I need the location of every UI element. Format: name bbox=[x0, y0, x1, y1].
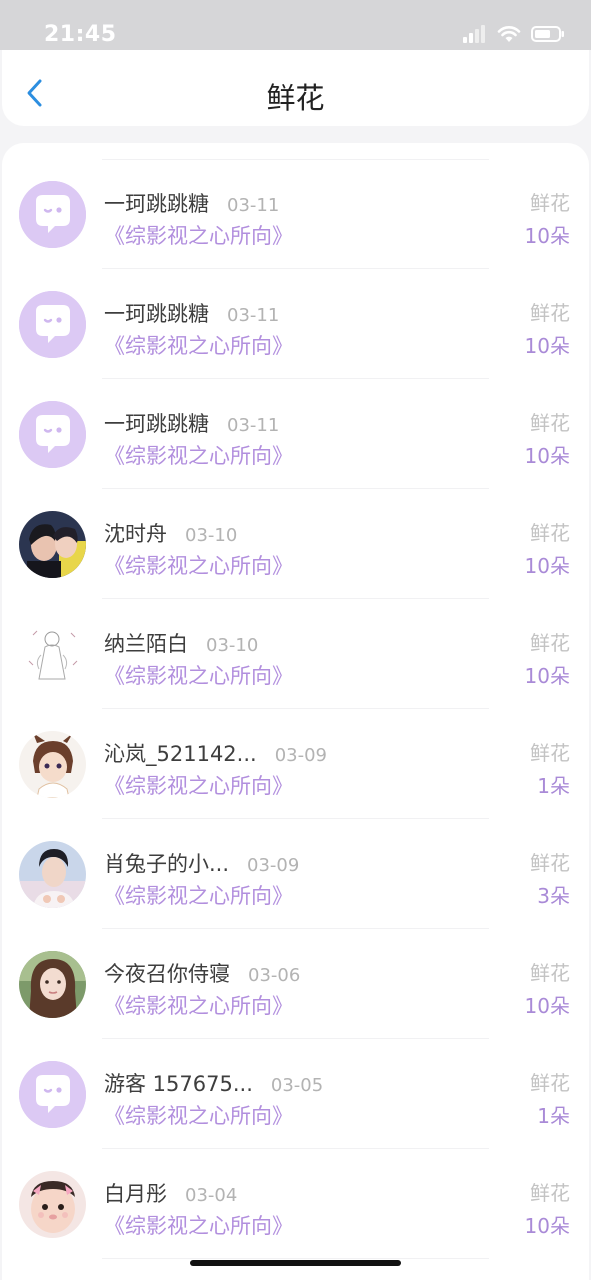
book-title-link[interactable]: 《综影视之心所向》 bbox=[104, 550, 293, 580]
gift-date: 03-11 bbox=[227, 305, 280, 326]
list-item-10[interactable]: 白月彤 03-04 《综影视之心所向》 鲜花 10朵 bbox=[2, 1149, 589, 1259]
list-item-4[interactable]: 沈时舟 03-10 《综影视之心所向》 鲜花 10朵 bbox=[2, 489, 589, 599]
name-line: 一珂跳跳糖 03-11 bbox=[104, 188, 279, 218]
gift-count: 10朵 bbox=[524, 224, 570, 248]
page-title: 鲜花 bbox=[266, 81, 325, 115]
user-name[interactable]: 游客 157675... bbox=[104, 1068, 253, 1098]
gift-type: 鲜花 bbox=[530, 851, 570, 875]
list-item-9[interactable]: 游客 157675... 03-05 《综影视之心所向》 鲜花 1朵 bbox=[2, 1039, 589, 1149]
gift-type: 鲜花 bbox=[530, 521, 570, 545]
list-item-3[interactable]: 一珂跳跳糖 03-11 《综影视之心所向》 鲜花 10朵 bbox=[2, 379, 589, 489]
battery-icon bbox=[531, 26, 564, 42]
name-line: 今夜召你侍寝 03-06 bbox=[104, 958, 300, 988]
gift-date: 03-10 bbox=[185, 525, 238, 546]
gift-count: 10朵 bbox=[524, 444, 570, 468]
gift-type: 鲜花 bbox=[530, 1071, 570, 1095]
gift-count: 1朵 bbox=[537, 774, 570, 798]
anime-character[interactable] bbox=[19, 731, 86, 798]
photo-woman[interactable] bbox=[19, 951, 86, 1018]
home-indicator bbox=[190, 1260, 401, 1266]
list-item-5[interactable]: 纳兰陌白 03-10 《综影视之心所向》 鲜花 10朵 bbox=[2, 599, 589, 709]
book-title-link[interactable]: 《综影视之心所向》 bbox=[104, 1210, 293, 1240]
book-title-link[interactable]: 《综影视之心所向》 bbox=[104, 990, 293, 1020]
gift-count: 10朵 bbox=[524, 1214, 570, 1238]
photo-man[interactable] bbox=[19, 841, 86, 908]
sketch-figure[interactable] bbox=[19, 621, 86, 688]
book-title-link[interactable]: 《综影视之心所向》 bbox=[104, 770, 293, 800]
gift-date: 03-10 bbox=[206, 635, 259, 656]
gift-type: 鲜花 bbox=[530, 411, 570, 435]
gift-count: 10朵 bbox=[524, 334, 570, 358]
gift-date: 03-11 bbox=[227, 415, 280, 436]
user-name[interactable]: 纳兰陌白 bbox=[104, 628, 188, 658]
book-title-link[interactable]: 《综影视之心所向》 bbox=[104, 660, 293, 690]
book-title-link[interactable]: 《综影视之心所向》 bbox=[104, 880, 293, 910]
name-line: 肖兔子的小... 03-09 bbox=[104, 848, 299, 878]
list-item-6[interactable]: 沁岚_521142... 03-09 《综影视之心所向》 鲜花 1朵 bbox=[2, 709, 589, 819]
name-line: 白月彤 03-04 bbox=[104, 1178, 237, 1208]
list-item-1[interactable]: 一珂跳跳糖 03-11 《综影视之心所向》 鲜花 10朵 bbox=[2, 159, 589, 269]
gift-count: 10朵 bbox=[524, 554, 570, 578]
gift-type: 鲜花 bbox=[530, 961, 570, 985]
list-divider bbox=[102, 1258, 489, 1259]
user-name[interactable]: 沁岚_521142... bbox=[104, 738, 257, 768]
gift-type: 鲜花 bbox=[530, 191, 570, 215]
gift-count: 3朵 bbox=[537, 884, 570, 908]
user-name[interactable]: 白月彤 bbox=[104, 1178, 167, 1208]
name-line: 一珂跳跳糖 03-11 bbox=[104, 408, 279, 438]
gift-type: 鲜花 bbox=[530, 301, 570, 325]
default-avatar[interactable] bbox=[19, 181, 86, 248]
name-line: 沁岚_521142... 03-09 bbox=[104, 738, 327, 768]
gift-date: 03-04 bbox=[185, 1185, 238, 1206]
status-icons bbox=[463, 24, 565, 44]
signal-icon bbox=[463, 25, 485, 43]
user-name[interactable]: 肖兔子的小... bbox=[104, 848, 229, 878]
gift-count: 1朵 bbox=[537, 1104, 570, 1128]
status-time: 21:45 bbox=[44, 22, 117, 47]
status-bar: 21:45 bbox=[0, 0, 591, 50]
gift-count: 10朵 bbox=[524, 994, 570, 1018]
name-line: 一珂跳跳糖 03-11 bbox=[104, 298, 279, 328]
user-name[interactable]: 一珂跳跳糖 bbox=[104, 188, 209, 218]
gift-type: 鲜花 bbox=[530, 741, 570, 765]
user-name[interactable]: 今夜召你侍寝 bbox=[104, 958, 230, 988]
photo-couple[interactable] bbox=[19, 511, 86, 578]
gift-date: 03-09 bbox=[247, 855, 300, 876]
gift-type: 鲜花 bbox=[530, 1181, 570, 1205]
book-title-link[interactable]: 《综影视之心所向》 bbox=[104, 330, 293, 360]
book-title-link[interactable]: 《综影视之心所向》 bbox=[104, 440, 293, 470]
gift-date: 03-09 bbox=[274, 745, 328, 766]
user-name[interactable]: 一珂跳跳糖 bbox=[104, 408, 209, 438]
gift-date: 03-06 bbox=[248, 965, 301, 986]
book-title-link[interactable]: 《综影视之心所向》 bbox=[104, 1100, 293, 1130]
book-title-link[interactable]: 《综影视之心所向》 bbox=[104, 220, 293, 250]
default-avatar[interactable] bbox=[19, 291, 86, 358]
wifi-icon bbox=[497, 26, 521, 42]
default-avatar[interactable] bbox=[19, 401, 86, 468]
name-line: 游客 157675... 03-05 bbox=[104, 1068, 323, 1098]
nav-header: 鲜花 bbox=[2, 50, 589, 126]
user-name[interactable]: 沈时舟 bbox=[104, 518, 167, 548]
gift-type: 鲜花 bbox=[530, 631, 570, 655]
default-avatar[interactable] bbox=[19, 1061, 86, 1128]
gift-date: 03-05 bbox=[270, 1075, 324, 1096]
list-item-8[interactable]: 今夜召你侍寝 03-06 《综影视之心所向》 鲜花 10朵 bbox=[2, 929, 589, 1039]
list-item-7[interactable]: 肖兔子的小... 03-09 《综影视之心所向》 鲜花 3朵 bbox=[2, 819, 589, 929]
list-item-2[interactable]: 一珂跳跳糖 03-11 《综影视之心所向》 鲜花 10朵 bbox=[2, 269, 589, 379]
user-name[interactable]: 一珂跳跳糖 bbox=[104, 298, 209, 328]
name-line: 沈时舟 03-10 bbox=[104, 518, 237, 548]
gift-count: 10朵 bbox=[524, 664, 570, 688]
gift-record-list: 一珂跳跳糖 03-11 《综影视之心所向》 鲜花 10朵 一珂跳跳糖 03-11… bbox=[2, 143, 589, 1280]
photo-child[interactable] bbox=[19, 1171, 86, 1238]
name-line: 纳兰陌白 03-10 bbox=[104, 628, 258, 658]
gift-date: 03-11 bbox=[227, 195, 280, 216]
